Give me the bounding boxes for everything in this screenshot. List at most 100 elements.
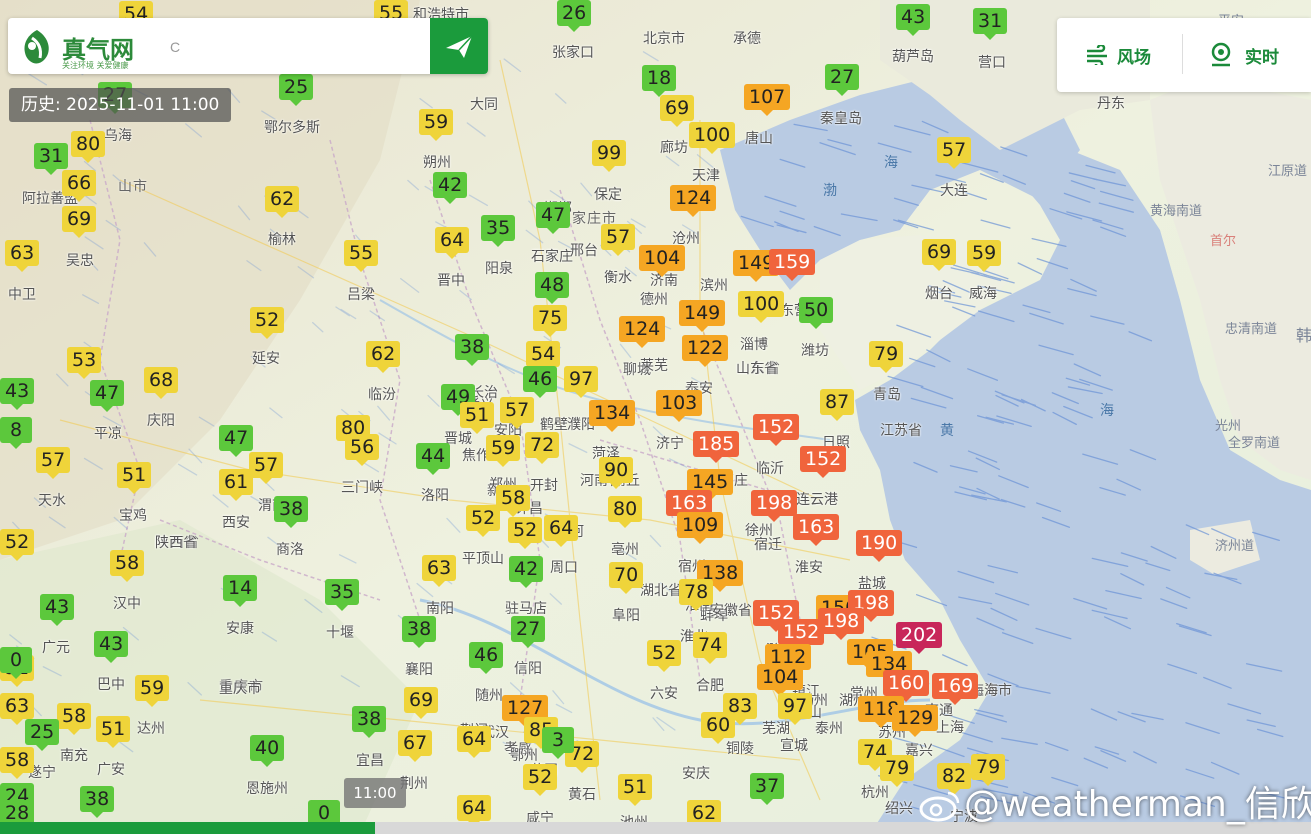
aqi-station-marker[interactable]: 202	[896, 622, 943, 654]
aqi-station-marker[interactable]: 63	[5, 240, 40, 272]
aqi-station-marker[interactable]: 43	[40, 594, 75, 626]
aqi-station-marker[interactable]: 51	[460, 402, 495, 434]
aqi-station-marker[interactable]: 38	[274, 496, 309, 528]
aqi-station-marker[interactable]: 160	[883, 670, 930, 702]
aqi-station-marker[interactable]: 47	[90, 380, 125, 412]
aqi-station-marker[interactable]: 51	[96, 716, 131, 748]
aqi-station-marker[interactable]: 38	[80, 786, 115, 818]
aqi-station-marker[interactable]: 42	[509, 556, 544, 588]
aqi-station-marker[interactable]: 72	[525, 432, 560, 464]
aqi-station-marker[interactable]: 198	[818, 608, 865, 640]
wind-field-button[interactable]: 风场	[1085, 18, 1151, 92]
aqi-station-marker[interactable]: 43	[94, 631, 129, 663]
aqi-station-marker[interactable]: 37	[750, 773, 785, 805]
site-logo[interactable]: 真气网 关注环境 关爱健康	[20, 26, 160, 70]
aqi-station-marker[interactable]: 78	[679, 579, 714, 611]
aqi-station-marker[interactable]: 18	[642, 65, 677, 97]
aqi-station-marker[interactable]: 109	[677, 512, 724, 544]
aqi-station-marker[interactable]: 57	[937, 137, 972, 169]
aqi-station-marker[interactable]: 152	[753, 414, 800, 446]
aqi-station-marker[interactable]: 149	[679, 300, 726, 332]
aqi-station-marker[interactable]: 134	[589, 400, 636, 432]
aqi-station-marker[interactable]: 64	[544, 515, 579, 547]
aqi-station-marker[interactable]: 59	[967, 240, 1002, 272]
aqi-station-marker[interactable]: 48	[535, 272, 570, 304]
aqi-station-marker[interactable]: 38	[455, 334, 490, 366]
aqi-station-marker[interactable]: 87	[820, 389, 855, 421]
aqi-station-marker[interactable]: 185	[693, 431, 740, 463]
aqi-station-marker[interactable]: 31	[973, 8, 1008, 40]
aqi-station-marker[interactable]: 169	[932, 673, 979, 705]
aqi-station-marker[interactable]: 31	[34, 143, 69, 175]
aqi-station-marker[interactable]: 46	[469, 642, 504, 674]
aqi-station-marker[interactable]: 8	[0, 417, 32, 449]
aqi-station-marker[interactable]: 56	[345, 434, 380, 466]
aqi-station-marker[interactable]: 52	[508, 517, 543, 549]
aqi-station-marker[interactable]: 57	[36, 447, 71, 479]
aqi-station-marker[interactable]: 67	[398, 730, 433, 762]
aqi-station-marker[interactable]: 25	[279, 74, 314, 106]
aqi-station-marker[interactable]: 52	[647, 640, 682, 672]
aqi-station-marker[interactable]: 14	[223, 575, 258, 607]
aqi-station-marker[interactable]: 79	[869, 341, 904, 373]
aqi-station-marker[interactable]: 60	[701, 712, 736, 744]
aqi-station-marker[interactable]: 63	[0, 693, 35, 725]
aqi-station-marker[interactable]: 43	[896, 4, 931, 36]
aqi-station-marker[interactable]: 69	[922, 239, 957, 271]
aqi-station-marker[interactable]: 58	[0, 747, 35, 779]
aqi-station-marker[interactable]: 58	[57, 703, 92, 735]
aqi-station-marker[interactable]: 104	[757, 664, 804, 696]
aqi-station-marker[interactable]: 69	[660, 95, 695, 127]
aqi-station-marker[interactable]: 124	[670, 185, 717, 217]
aqi-station-marker[interactable]: 38	[352, 706, 387, 738]
aqi-station-marker[interactable]: 51	[618, 774, 653, 806]
aqi-station-marker[interactable]: 190	[856, 530, 903, 562]
aqi-station-marker[interactable]: 43	[0, 378, 35, 410]
aqi-station-marker[interactable]: 69	[404, 687, 439, 719]
aqi-station-marker[interactable]: 107	[744, 84, 791, 116]
aqi-station-marker[interactable]: 55	[344, 240, 379, 272]
aqi-station-marker[interactable]: 124	[619, 316, 666, 348]
aqi-station-marker[interactable]: 40	[250, 735, 285, 767]
aqi-station-marker[interactable]: 64	[435, 227, 470, 259]
aqi-station-marker[interactable]: 100	[738, 291, 785, 323]
aqi-station-marker[interactable]: 57	[601, 224, 636, 256]
aqi-station-marker[interactable]: 62	[265, 186, 300, 218]
aqi-station-marker[interactable]: 75	[533, 305, 568, 337]
aqi-station-marker[interactable]: 122	[682, 335, 729, 367]
aqi-station-marker[interactable]: 38	[402, 616, 437, 648]
aqi-station-marker[interactable]: 103	[656, 390, 703, 422]
aqi-station-marker[interactable]: 64	[457, 795, 492, 827]
aqi-station-marker[interactable]: 42	[433, 172, 468, 204]
aqi-station-marker[interactable]: 58	[110, 550, 145, 582]
aqi-station-marker[interactable]: 66	[62, 170, 97, 202]
aqi-station-marker[interactable]: 59	[135, 675, 170, 707]
aqi-station-marker[interactable]: 152	[778, 619, 825, 651]
aqi-station-marker[interactable]: 59	[486, 435, 521, 467]
aqi-station-marker[interactable]: 68	[144, 367, 179, 399]
aqi-station-marker[interactable]: 74	[693, 632, 728, 664]
aqi-station-marker[interactable]: 104	[639, 245, 686, 277]
aqi-station-marker[interactable]: 52	[0, 529, 35, 561]
aqi-station-marker[interactable]: 0	[0, 647, 32, 679]
aqi-station-marker[interactable]: 80	[608, 496, 643, 528]
aqi-station-marker[interactable]: 53	[67, 347, 102, 379]
search-input[interactable]	[168, 32, 432, 62]
aqi-station-marker[interactable]: 97	[564, 366, 599, 398]
aqi-station-marker[interactable]: 129	[892, 705, 939, 737]
aqi-station-marker[interactable]: 58	[496, 485, 531, 517]
send-button[interactable]	[430, 18, 488, 74]
aqi-station-marker[interactable]: 35	[481, 215, 516, 247]
aqi-station-marker[interactable]: 70	[609, 562, 644, 594]
aqi-station-marker[interactable]: 47	[219, 425, 254, 457]
aqi-station-marker[interactable]: 64	[457, 726, 492, 758]
aqi-station-marker[interactable]: 198	[751, 490, 798, 522]
aqi-station-marker[interactable]: 25	[25, 719, 60, 751]
aqi-station-marker[interactable]: 62	[366, 341, 401, 373]
aqi-station-marker[interactable]: 159	[769, 249, 816, 281]
aqi-station-marker[interactable]: 57	[249, 452, 284, 484]
realtime-button[interactable]: 实时	[1209, 18, 1279, 92]
aqi-station-marker[interactable]: 47	[536, 202, 571, 234]
aqi-station-marker[interactable]: 35	[325, 579, 360, 611]
aqi-station-marker[interactable]: 52	[466, 505, 501, 537]
